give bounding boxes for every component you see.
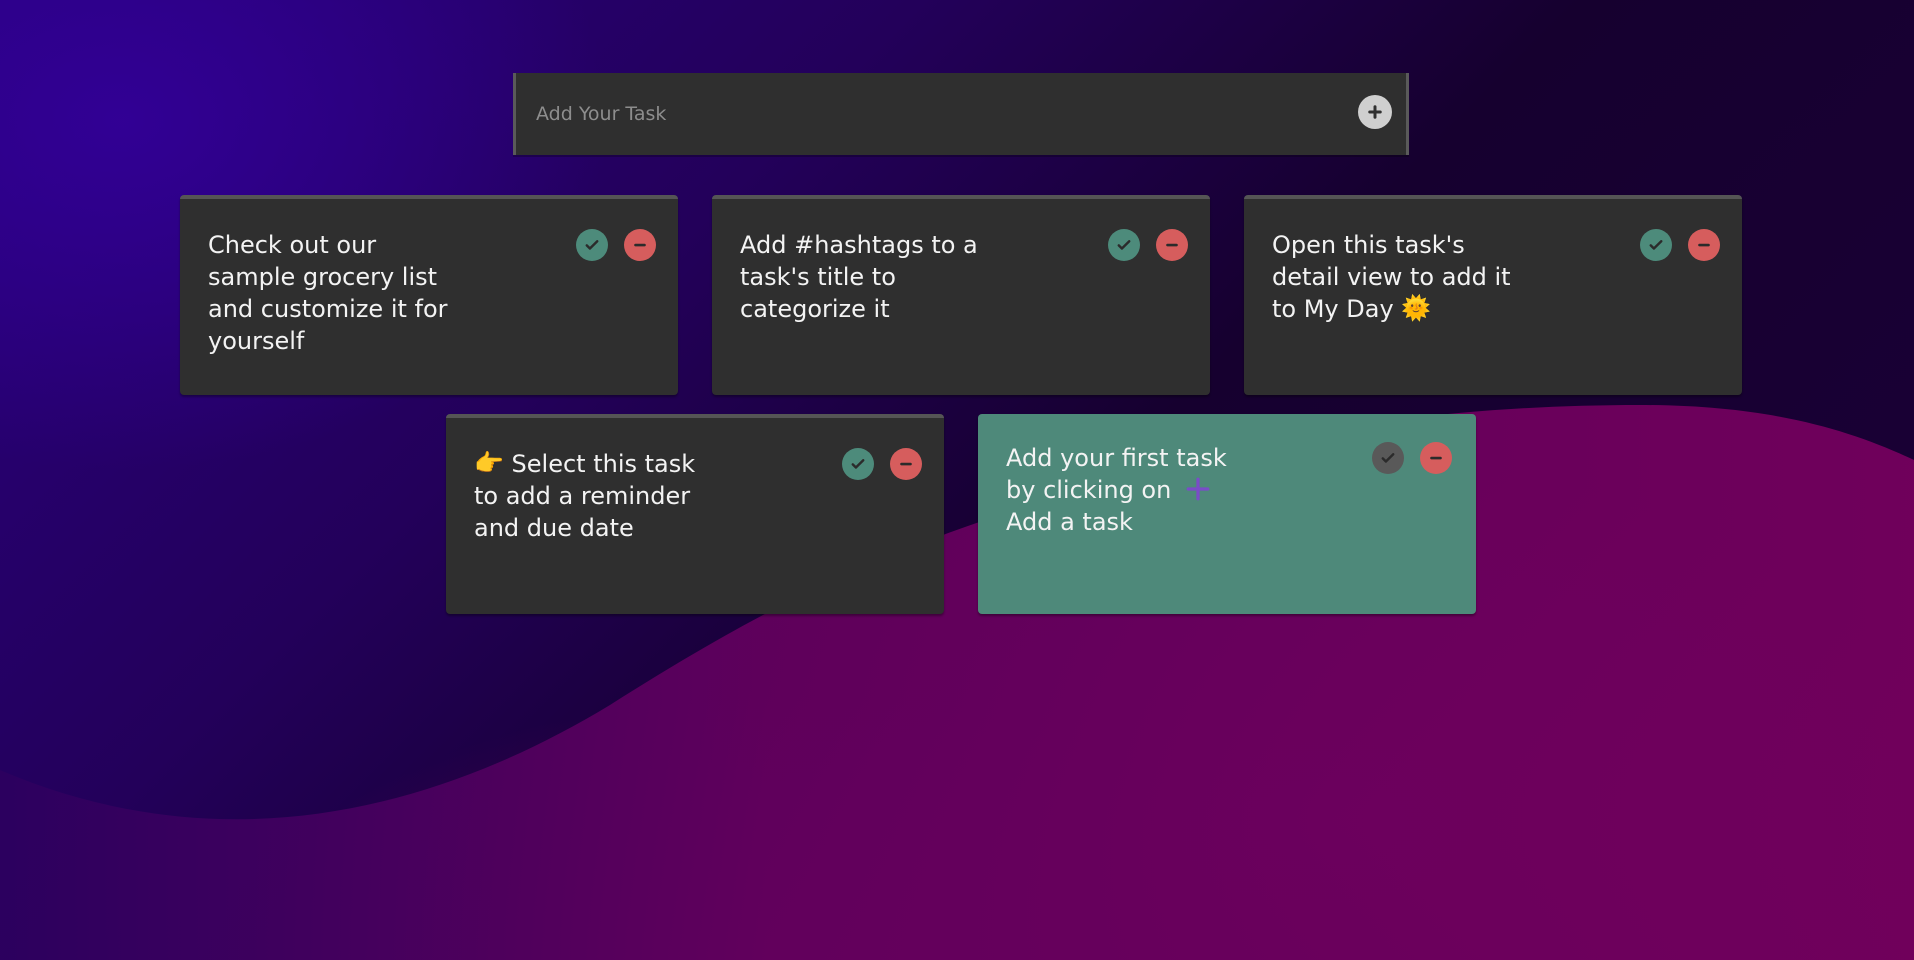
check-circle-icon (851, 459, 865, 469)
minus-circle-icon (1166, 243, 1178, 247)
task-title: Open this task's detail view to add it t… (1272, 229, 1512, 325)
complete-task-button[interactable] (576, 229, 608, 261)
task-actions (1372, 442, 1452, 474)
complete-task-button[interactable] (1372, 442, 1404, 474)
plus-circle-icon (1368, 105, 1382, 119)
task-card[interactable]: Open this task's detail view to add it t… (1244, 195, 1742, 395)
complete-task-button[interactable] (842, 448, 874, 480)
minus-circle-icon (1430, 456, 1442, 460)
sun-emoji: 🌞 (1401, 294, 1432, 322)
check-circle-icon (1381, 453, 1395, 463)
task-card-highlighted[interactable]: Add your first task by clicking on Add a… (978, 414, 1476, 614)
task-card[interactable]: Check out our sample grocery list and cu… (180, 195, 678, 395)
minus-circle-icon (900, 462, 912, 466)
task-actions (1108, 229, 1188, 261)
task-title-line-2: Add a task (1006, 508, 1133, 536)
delete-task-button[interactable] (624, 229, 656, 261)
task-title-text: Select this task to add a reminder and d… (474, 450, 696, 542)
complete-task-button[interactable] (1640, 229, 1672, 261)
delete-task-button[interactable] (1688, 229, 1720, 261)
task-title: Add your first task by clicking on Add a… (1006, 442, 1246, 538)
check-circle-icon (585, 240, 599, 250)
task-title: Add #hashtags to a task's title to categ… (740, 231, 978, 323)
task-actions (842, 448, 922, 480)
delete-task-button[interactable] (1420, 442, 1452, 474)
task-card[interactable]: 👉 Select this task to add a reminder and… (446, 414, 944, 614)
task-title-text: Open this task's detail view to add it t… (1272, 231, 1511, 323)
task-actions (1640, 229, 1720, 261)
add-task-button[interactable] (1358, 95, 1392, 129)
delete-task-button[interactable] (1156, 229, 1188, 261)
check-circle-icon (1117, 240, 1131, 250)
plus-icon (1185, 476, 1211, 502)
task-title: 👉 Select this task to add a reminder and… (474, 448, 714, 544)
minus-circle-icon (634, 243, 646, 247)
add-task-bar (513, 73, 1409, 155)
complete-task-button[interactable] (1108, 229, 1140, 261)
task-title: Check out our sample grocery list and cu… (208, 231, 448, 355)
task-card[interactable]: Add #hashtags to a task's title to categ… (712, 195, 1210, 395)
task-actions (576, 229, 656, 261)
minus-circle-icon (1698, 243, 1710, 247)
pointing-hand-emoji: 👉 (474, 449, 504, 477)
add-task-input[interactable] (534, 95, 1318, 133)
delete-task-button[interactable] (890, 448, 922, 480)
check-circle-icon (1649, 240, 1663, 250)
